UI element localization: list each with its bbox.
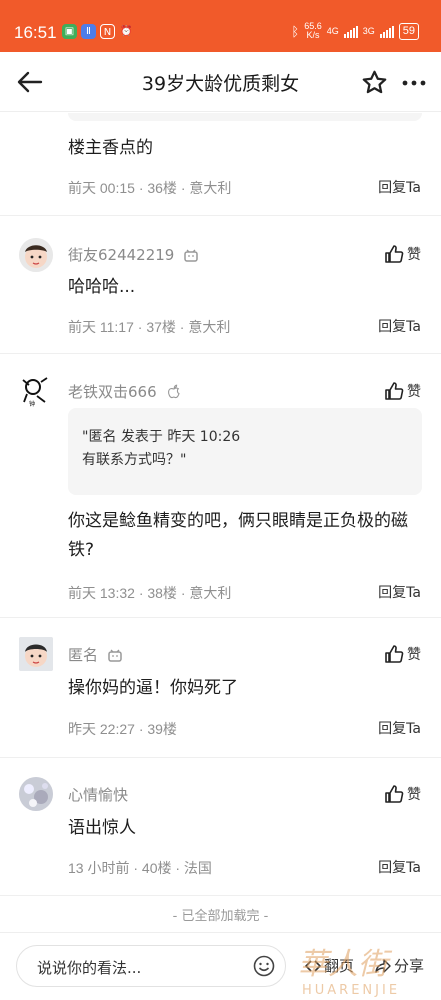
comment-text: 你这是鲶鱼精变的吧，俩只眼睛是正负极的磁铁?	[68, 511, 408, 560]
app-notification-icon: ▣	[62, 24, 77, 39]
avatar[interactable]: 钟	[19, 374, 53, 408]
avatar[interactable]	[19, 777, 53, 811]
status-indicators: ᛒ 65.6 K/s 4G 3G 59	[291, 22, 419, 40]
status-bar: 16:51 ▣ Ⅱ N ⏰ ᛒ 65.6 K/s 4G 3G 59	[0, 0, 441, 52]
quote-line: "匿名 发表于 昨天 10:26	[82, 429, 241, 445]
comment-username[interactable]: 街友62442219	[68, 244, 200, 265]
alarm-icon: ⏰	[120, 26, 133, 37]
thumbs-up-icon	[385, 245, 404, 263]
reply-button[interactable]: 回复Ta	[378, 177, 421, 197]
reply-button[interactable]: 回复Ta	[378, 718, 421, 738]
page-title: 39岁大龄优质剩女	[141, 73, 300, 95]
status-time: 16:51	[14, 23, 57, 42]
android-icon	[184, 249, 199, 262]
comment-text: 操你妈的逼！你妈死了	[68, 678, 238, 698]
comment-username[interactable]: 心情愉快	[68, 784, 128, 805]
apple-icon	[167, 384, 180, 398]
comment-meta: 昨天 22:27 · 39楼	[68, 721, 177, 737]
bottom-bar: 说说你的看法... 翻页 分享	[0, 932, 441, 1000]
avatar[interactable]	[19, 637, 53, 671]
comment-meta: 前天 00:15 · 36楼 · 意大利	[68, 180, 232, 196]
comment-item: 匿名 赞 操你妈的逼！你妈死了 昨天 22:27 · 39楼 回复Ta	[0, 618, 441, 758]
comment-username[interactable]: 老铁双击666	[68, 381, 183, 402]
comment-item: 街友62442219 赞 哈哈哈... 前天 11:17 · 37楼 · 意大利…	[0, 216, 441, 354]
thumbs-up-icon	[385, 645, 404, 663]
comment-input[interactable]: 说说你的看法...	[16, 945, 286, 987]
like-button[interactable]: 赞	[384, 381, 421, 401]
like-button[interactable]: 赞	[384, 784, 421, 804]
status-app-icons: ▣ Ⅱ N ⏰	[62, 24, 134, 39]
bluetooth-icon: ᛒ	[291, 23, 300, 39]
comment-text: 楼主香点的	[68, 138, 153, 158]
nfc-icon: N	[100, 24, 115, 39]
network-type-3g: 3G	[362, 26, 375, 36]
loaded-all-text: - 已全部加载完 -	[172, 909, 269, 924]
reply-button[interactable]: 回复Ta	[378, 316, 421, 336]
page-flip-icon	[305, 959, 321, 972]
comment-meta: 前天 11:17 · 37楼 · 意大利	[68, 319, 231, 335]
network-speed: 65.6 K/s	[304, 21, 322, 40]
signal-icon	[343, 25, 358, 38]
quote-line: 有联系方式吗？"	[82, 452, 187, 468]
more-icon[interactable]	[402, 80, 426, 86]
comment-meta: 13 小时前 · 40楼 · 法国	[68, 860, 212, 876]
share-button[interactable]: 分享	[375, 955, 424, 976]
svg-text:钟: 钟	[29, 400, 35, 408]
battery-icon: 59	[398, 22, 419, 40]
page-button[interactable]: 翻页	[305, 955, 354, 976]
nav-bar: 39岁大龄优质剩女	[0, 52, 441, 112]
avatar[interactable]	[19, 238, 53, 272]
back-arrow-icon[interactable]	[16, 68, 44, 96]
comment-username[interactable]: 匿名	[68, 644, 124, 665]
signal-icon	[379, 25, 394, 38]
app-notification-icon: Ⅱ	[81, 24, 96, 39]
reply-button[interactable]: 回复Ta	[378, 857, 421, 877]
android-icon	[108, 649, 122, 662]
network-type-4g: 4G	[326, 26, 339, 36]
comment-item: 钟 老铁双击666 赞 "匿名 发表于 昨天 10:26 有联系方式吗？" 你这…	[0, 354, 441, 618]
reply-button[interactable]: 回复Ta	[378, 582, 421, 602]
star-icon[interactable]	[361, 69, 388, 96]
comment-text: 哈哈哈...	[68, 277, 136, 297]
comment-item: 楼主香点的 前天 00:15 · 36楼 · 意大利 回复Ta	[0, 113, 441, 216]
like-button[interactable]: 赞	[384, 244, 421, 264]
comment-meta: 前天 13:32 · 38楼 · 意大利	[68, 585, 232, 601]
comment-text: 语出惊人	[68, 818, 136, 838]
quote-box: "匿名 发表于 昨天 10:26 有联系方式吗？"	[68, 408, 422, 495]
like-button[interactable]: 赞	[384, 644, 421, 664]
emoji-icon[interactable]	[253, 955, 275, 977]
comment-item: 心情愉快 赞 语出惊人 13 小时前 · 40楼 · 法国 回复Ta	[0, 758, 441, 896]
share-icon	[375, 958, 391, 973]
thumbs-up-icon	[385, 382, 404, 400]
thumbs-up-icon	[385, 785, 404, 803]
comment-input-placeholder: 说说你的看法...	[37, 959, 142, 977]
